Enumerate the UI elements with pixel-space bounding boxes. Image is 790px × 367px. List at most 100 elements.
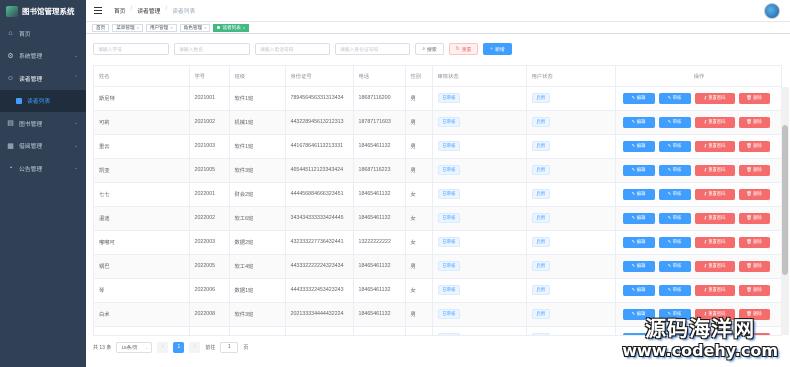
audit-status-badge: 已审核	[437, 165, 461, 175]
close-icon[interactable]: ×	[170, 25, 172, 30]
delete-button[interactable]: 🗑删除	[738, 116, 770, 128]
delete-button[interactable]: 🗑删除	[738, 164, 770, 176]
delete-button[interactable]: 🗑删除	[738, 332, 770, 336]
edit-button[interactable]: ✎编辑	[622, 308, 655, 320]
page-size-select[interactable]: 15条/页 ⌄	[116, 341, 153, 353]
edit-icon: ✎	[667, 311, 672, 316]
reset-password-button[interactable]: ⚷重置密码	[694, 212, 735, 224]
edit-button[interactable]: ✎编辑	[622, 284, 655, 296]
reset-password-button[interactable]: ⚷重置密码	[694, 260, 735, 272]
trash-icon: 🗑	[746, 95, 752, 100]
cell-user-status: 启用	[526, 134, 616, 159]
reset-password-button[interactable]: ⚷重置密码	[694, 188, 735, 200]
edit-button[interactable]: ✎编辑	[622, 212, 655, 224]
reset-password-button[interactable]: ⚷重置密码	[694, 236, 735, 248]
phone-input[interactable]: 请输入电话号码	[255, 43, 330, 55]
delete-button[interactable]: 🗑删除	[738, 140, 770, 152]
edit-button[interactable]: ✎编辑	[622, 92, 655, 104]
chevron-up-icon: ⌃	[73, 75, 78, 82]
delete-button[interactable]: 🗑删除	[738, 212, 770, 224]
edit-button[interactable]: ✎编辑	[622, 116, 655, 128]
edit-icon: ✎	[632, 335, 636, 336]
audit-button[interactable]: ✎审核	[658, 116, 691, 128]
tag-role-manage[interactable]: 角色管理 ×	[179, 23, 211, 32]
audit-button[interactable]: ✎审核	[658, 308, 691, 320]
close-icon[interactable]: ×	[204, 25, 206, 30]
delete-button[interactable]: 🗑删除	[738, 308, 770, 320]
audit-button[interactable]: ✎审核	[658, 284, 691, 296]
tag-menu-manage[interactable]: 菜单管理 ×	[112, 23, 143, 32]
audit-button[interactable]: ✎审核	[658, 260, 691, 272]
student-no-input[interactable]: 请输入学号	[93, 43, 169, 55]
reset-password-button[interactable]: ⚷重置密码	[694, 164, 735, 176]
table-scrollbar[interactable]	[781, 87, 789, 335]
edit-icon: ✎	[631, 191, 636, 196]
tag-reader-list[interactable]: 读者列表 ×	[213, 23, 250, 32]
edit-button[interactable]: ✎编辑	[622, 332, 655, 336]
sidebar-item-label: 图书管理	[19, 121, 43, 128]
delete-button[interactable]: 🗑删除	[738, 92, 770, 104]
reset-password-button[interactable]: ⚷重置密码	[694, 332, 735, 335]
cell-name: 七七	[94, 182, 190, 207]
sidebar-item-notice[interactable]: ◔ 公告管理 ⌄	[0, 157, 86, 180]
goto-page-input[interactable]: 1	[220, 341, 239, 353]
audit-button[interactable]: ✎审核	[658, 212, 691, 224]
prev-page-button[interactable]: ‹	[157, 341, 169, 353]
idcard-input[interactable]: 请输入身份证号码	[335, 43, 410, 55]
edit-button[interactable]: ✎编辑	[622, 236, 655, 248]
edit-button[interactable]: ✎编辑	[622, 140, 655, 152]
add-button[interactable]: + 新增	[483, 43, 512, 55]
sidebar-item-home[interactable]: ⌂ 首页	[0, 22, 86, 45]
audit-button[interactable]: ✎审核	[658, 92, 691, 104]
page-number-current[interactable]: 1	[173, 341, 185, 353]
reset-password-label: 重置密码	[708, 311, 726, 316]
trash-icon: 🗑	[746, 335, 751, 336]
sidebar-item-borrow[interactable]: ▦ 借阅管理 ⌄	[0, 135, 86, 158]
edit-icon: ✎	[631, 311, 636, 316]
reset-password-button[interactable]: ⚷重置密码	[694, 92, 735, 104]
sidebar-item-readers[interactable]: ☺ 读者管理 ⌃	[0, 67, 86, 90]
table-header-row: 姓名 学号 班级 身份证号 电话 性别 审核状态 用户状态 操作	[94, 66, 781, 87]
reset-password-button[interactable]: ⚷重置密码	[694, 140, 735, 152]
edit-button[interactable]: ✎编辑	[622, 188, 655, 200]
name-input[interactable]: 请输入姓名	[174, 43, 250, 55]
sidebar-item-books[interactable]: ▤ 图书管理 ⌄	[0, 112, 86, 135]
scrollbar-thumb[interactable]	[782, 125, 788, 275]
tag-home[interactable]: 首页	[92, 23, 110, 32]
column-header-name: 姓名	[94, 66, 190, 87]
edit-button[interactable]: ✎编辑	[622, 164, 655, 176]
edit-button[interactable]: ✎编辑	[622, 260, 655, 272]
hamburger-icon[interactable]	[94, 7, 102, 14]
search-button[interactable]: ⌕ 搜索	[415, 43, 444, 55]
delete-button[interactable]: 🗑删除	[738, 236, 770, 248]
reset-password-button[interactable]: ⚷重置密码	[694, 284, 735, 296]
close-icon[interactable]: ×	[243, 25, 245, 30]
column-header-idcard: 身份证号	[285, 66, 354, 87]
delete-button[interactable]: 🗑删除	[738, 284, 770, 296]
audit-button[interactable]: ✎审核	[658, 188, 691, 200]
sidebar-item-system[interactable]: ⚙ 系统管理 ⌄	[0, 45, 86, 68]
breadcrumb-separator: /	[165, 6, 168, 12]
cell-user-status: 启用	[526, 254, 616, 279]
tag-user-manage[interactable]: 用户管理 ×	[145, 23, 177, 32]
reset-button[interactable]: ↻ 重置	[449, 43, 478, 55]
table-row: 嘟嘟可 2022003 数据2班 432333227736432441 13222222…	[94, 230, 781, 255]
avatar[interactable]	[764, 3, 780, 19]
app-logo[interactable]: 图书馆管理系统	[0, 0, 86, 22]
audit-button[interactable]: ✎审核	[658, 332, 691, 335]
breadcrumb-item-home[interactable]: 首页	[114, 6, 126, 15]
sidebar-item-reader-list[interactable]: 读者列表	[0, 90, 86, 113]
audit-button[interactable]: ✎审核	[658, 236, 691, 248]
cell-name: 温迪	[94, 206, 190, 231]
cell-phone: 18787171603	[353, 110, 406, 135]
audit-button[interactable]: ✎审核	[658, 164, 691, 176]
next-page-button[interactable]: ›	[189, 341, 201, 353]
reset-password-button[interactable]: ⚷重置密码	[694, 116, 735, 128]
delete-button[interactable]: 🗑删除	[738, 260, 770, 272]
close-icon[interactable]: ×	[137, 25, 139, 30]
delete-button[interactable]: 🗑删除	[738, 188, 770, 200]
table-row: 钟离2022009软工1班441571648745434354184654611…	[94, 326, 781, 336]
tag-label: 菜单管理	[116, 24, 135, 30]
reset-password-button[interactable]: ⚷重置密码	[694, 308, 735, 320]
audit-button[interactable]: ✎审核	[658, 140, 691, 152]
